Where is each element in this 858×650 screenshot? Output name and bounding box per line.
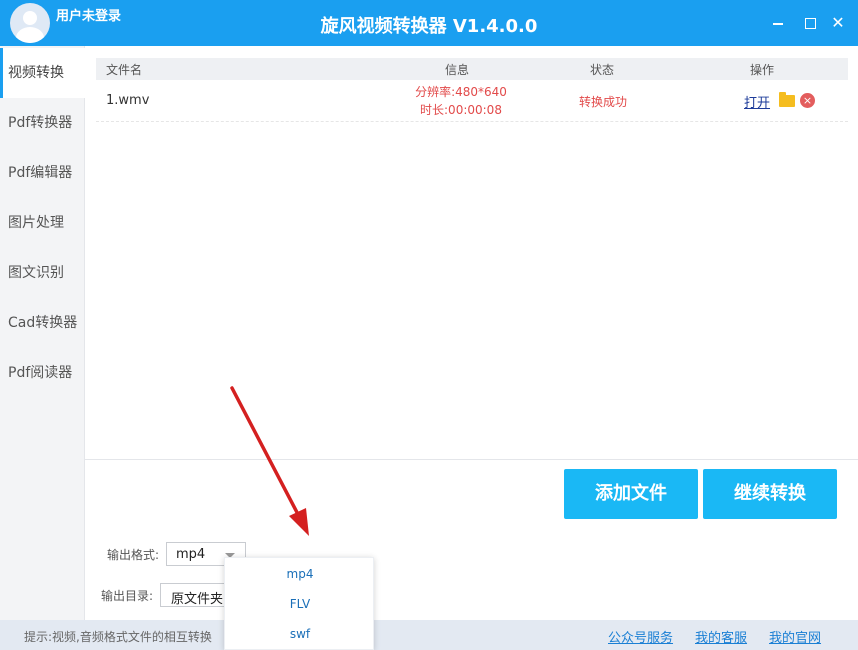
app-title: 旋风视频转换器 V1.4.0.0 [320, 16, 538, 37]
close-icon[interactable]: ✕ [830, 15, 846, 31]
add-file-button[interactable]: 添加文件 [564, 469, 698, 519]
file-name: 1.wmv [106, 93, 150, 108]
status-bar: 提示:视频,音频格式文件的相互转换 公众号服务 我的客服 我的官网 [0, 620, 858, 650]
format-option-swf[interactable]: swf [225, 619, 375, 649]
open-file-link[interactable]: 打开 [744, 92, 770, 111]
format-option-flv[interactable]: FLV [225, 589, 375, 619]
column-header-info: 信息 [445, 63, 470, 77]
sidebar: 视频转换 Pdf转换器 Pdf编辑器 图片处理 图文识别 Cad转换器 Pdf阅… [0, 46, 85, 620]
divider [85, 459, 858, 460]
file-duration: 时长:00:00:08 [420, 103, 502, 117]
maximize-icon[interactable] [802, 15, 818, 31]
file-table-header: 文件名 信息 状态 操作 [96, 58, 848, 80]
column-header-status: 状态 [590, 63, 615, 77]
sidebar-item-cad-converter[interactable]: Cad转换器 [0, 298, 85, 348]
delete-icon[interactable]: × [800, 93, 815, 108]
output-dir-select[interactable]: 原文件夹 [160, 583, 234, 607]
format-option-mp4[interactable]: mp4 [225, 559, 375, 589]
title-bar: 用户未登录 旋风视频转换器 V1.4.0.0 ✕ [0, 0, 858, 46]
column-header-action: 操作 [750, 63, 775, 77]
sidebar-item-pdf-converter[interactable]: Pdf转换器 [0, 98, 85, 148]
status-badge: 转换成功 [578, 95, 627, 109]
table-row[interactable]: 1.wmv 分辨率:480*640 时长:00:00:08 转换成功 打开 × [96, 82, 848, 122]
continue-convert-button[interactable]: 继续转换 [703, 469, 837, 519]
output-format-label: 输出格式: [107, 548, 160, 562]
sidebar-item-pdf-editor[interactable]: Pdf编辑器 [0, 148, 85, 198]
output-dir-label: 输出目录: [101, 589, 154, 603]
official-site-link[interactable]: 我的官网 [769, 627, 821, 646]
column-header-filename: 文件名 [106, 63, 143, 77]
status-tip: 提示:视频,音频格式文件的相互转换 [24, 630, 212, 644]
sidebar-item-ocr[interactable]: 图文识别 [0, 248, 85, 298]
wechat-service-link[interactable]: 公众号服务 [608, 627, 673, 646]
output-format-value: mp4 [176, 547, 206, 562]
sidebar-item-pdf-reader[interactable]: Pdf阅读器 [0, 348, 85, 398]
customer-service-link[interactable]: 我的客服 [695, 627, 747, 646]
sidebar-item-video-convert[interactable]: 视频转换 [0, 48, 85, 98]
file-resolution: 分辨率:480*640 [415, 85, 507, 99]
output-dir-value: 原文件夹 [171, 592, 224, 607]
format-dropdown-list: mp4 FLV swf [224, 557, 374, 650]
file-info: 分辨率:480*640 时长:00:00:08 [386, 83, 536, 119]
folder-icon[interactable] [779, 92, 795, 107]
sidebar-item-image-processing[interactable]: 图片处理 [0, 198, 85, 248]
minimize-icon[interactable] [770, 15, 786, 31]
